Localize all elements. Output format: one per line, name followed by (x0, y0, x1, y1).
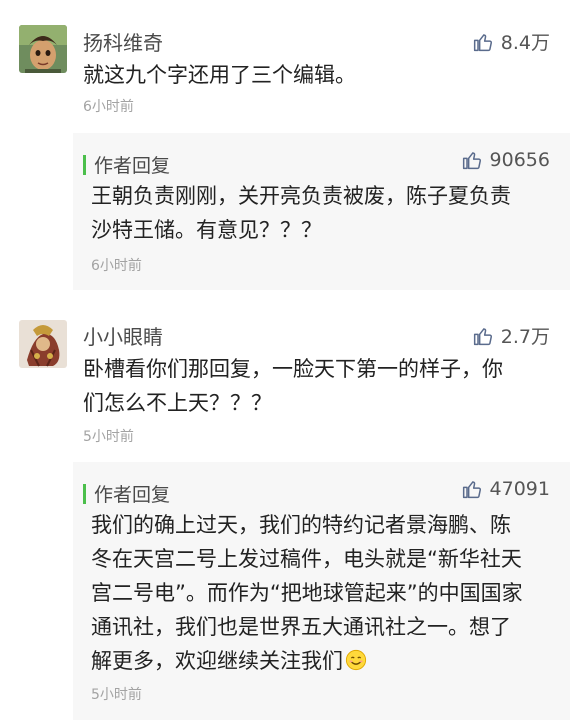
reply-accent-bar (83, 154, 86, 175)
reply-label: 作者回复 (94, 484, 171, 506)
reply-text-line: 沙特王储。有意见？？？ (91, 218, 322, 242)
avatar[interactable] (19, 25, 67, 73)
like-button[interactable]: 47091 (462, 478, 550, 500)
reply-header: 作者回复 (83, 480, 170, 507)
smiling-face-emoji-icon (345, 649, 367, 671)
comment-text: 就这九个字还用了三个编辑。 (83, 63, 356, 87)
reply-label: 作者回复 (94, 155, 171, 177)
reply-text-line: 王朝负责刚刚，关开亮负责被废，陈子夏负责 (91, 184, 511, 208)
thumbs-up-icon (473, 327, 492, 345)
comment-item: 小小眼睛 2.7万 卧槽看你们那回复，一脸天下第一的样子，你 们怎么不上天？？？… (0, 310, 570, 720)
reply-accent-bar (83, 483, 86, 504)
author-reply: 作者回复 47091 我们的确上过天，我们的特约记者景海鹏、陈 冬在天宫二号上发… (73, 462, 570, 720)
timestamp: 6小时前 (83, 99, 134, 115)
reply-text-line: 宫二号电”。而作为“把地球管起来”的中国国家 (91, 581, 523, 605)
timestamp: 5小时前 (91, 687, 142, 703)
timestamp: 6小时前 (91, 258, 142, 274)
like-count: 2.7万 (500, 326, 550, 348)
reply-header: 作者回复 (83, 151, 170, 178)
comment-text-line: 卧槽看你们那回复，一脸天下第一的样子，你 (83, 357, 503, 381)
thumbs-up-icon (462, 152, 481, 170)
reply-text-line: 我们的确上过天，我们的特约记者景海鹏、陈 (91, 513, 511, 537)
author-reply: 作者回复 90656 王朝负责刚刚，关开亮负责被废，陈子夏负责 沙特王储。有意见… (73, 133, 570, 290)
like-count: 8.4万 (500, 32, 550, 54)
comment-text-line: 们怎么不上天？？？ (83, 391, 272, 415)
reply-text-line: 解更多，欢迎继续关注我们 (91, 649, 343, 673)
username[interactable]: 扬科维奇 (83, 27, 163, 56)
username[interactable]: 小小眼睛 (83, 321, 163, 350)
reply-text: 我们的确上过天，我们的特约记者景海鹏、陈 冬在天宫二号上发过稿件，电头就是“新华… (91, 508, 551, 678)
comment-item: 扬科维奇 8.4万 就这九个字还用了三个编辑。 6小时前 作者回复 90656 … (0, 0, 570, 310)
avatar[interactable] (19, 320, 67, 368)
timestamp: 5小时前 (83, 429, 134, 445)
comment-text: 卧槽看你们那回复，一脸天下第一的样子，你 们怎么不上天？？？ (83, 352, 553, 420)
reply-text-line: 通讯社，我们也是世界五大通讯社之一。想了 (91, 615, 511, 639)
like-count: 47091 (489, 478, 550, 500)
thumbs-up-icon (462, 481, 481, 499)
reply-text-line-last: 解更多，欢迎继续关注我们 (91, 644, 551, 678)
thumbs-up-icon (473, 33, 492, 51)
reply-text-line: 冬在天宫二号上发过稿件，电头就是“新华社天 (91, 547, 522, 571)
like-button[interactable]: 90656 (462, 149, 550, 171)
like-button[interactable]: 2.7万 (473, 322, 550, 349)
reply-text: 王朝负责刚刚，关开亮负责被废，陈子夏负责 沙特王储。有意见？？？ (91, 179, 551, 247)
like-count: 90656 (489, 149, 550, 171)
like-button[interactable]: 8.4万 (473, 28, 550, 55)
